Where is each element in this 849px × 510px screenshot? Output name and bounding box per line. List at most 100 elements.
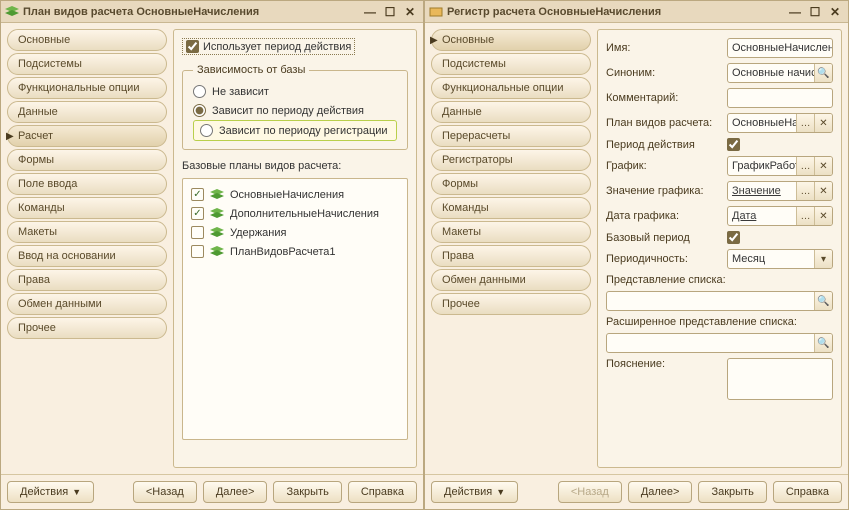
- sidebar-item[interactable]: Обмен данными: [7, 293, 167, 315]
- comment-label: Комментарий:: [606, 92, 721, 104]
- chevron-down-icon[interactable]: ▾: [814, 250, 832, 268]
- name-input[interactable]: ОсновныеНачисления: [727, 38, 833, 58]
- magnifier-icon[interactable]: 🔍: [814, 334, 832, 352]
- sidebar-item[interactable]: Макеты: [7, 221, 167, 243]
- clear-icon[interactable]: ✕: [814, 114, 832, 132]
- maximize-icon[interactable]: ☐: [381, 5, 399, 19]
- minimize-icon[interactable]: —: [786, 5, 804, 19]
- register-icon: [429, 6, 443, 18]
- help-button[interactable]: Справка: [773, 481, 842, 503]
- explanation-textarea[interactable]: [727, 358, 833, 400]
- radio-period-registration[interactable]: Зависит по периоду регистрации: [193, 120, 397, 141]
- plan-checkbox[interactable]: [191, 226, 204, 239]
- sidebar-item[interactable]: Функциональные опции: [431, 77, 591, 99]
- use-period-checkbox[interactable]: Использует период действия: [182, 38, 355, 55]
- sidebar-item[interactable]: Перерасчеты: [431, 125, 591, 147]
- close-button[interactable]: Закрыть: [273, 481, 341, 503]
- sidebar-item-label: Подсистемы: [18, 58, 82, 70]
- chart-date-input[interactable]: Дата…✕: [727, 206, 833, 226]
- sidebar-item[interactable]: Права: [431, 245, 591, 267]
- ext-list-repr-input[interactable]: 🔍: [606, 333, 833, 353]
- clear-icon[interactable]: ✕: [814, 157, 832, 175]
- sidebar-item-label: Права: [442, 250, 474, 262]
- sidebar-item[interactable]: Права: [7, 269, 167, 291]
- close-icon[interactable]: ✕: [401, 5, 419, 19]
- base-period-checkbox[interactable]: [727, 231, 740, 244]
- synonym-label: Синоним:: [606, 67, 721, 79]
- sidebar-item-label: Функциональные опции: [442, 82, 563, 94]
- plan-checkbox[interactable]: [191, 188, 204, 201]
- sidebar-item[interactable]: Прочее: [7, 317, 167, 339]
- minimize-icon[interactable]: —: [361, 5, 379, 19]
- sidebar-item[interactable]: Данные: [431, 101, 591, 123]
- back-button[interactable]: <Назад: [558, 481, 622, 503]
- next-button[interactable]: Далее>: [203, 481, 268, 503]
- sidebar-item[interactable]: Формы: [7, 149, 167, 171]
- chart-date-label: Дата графика:: [606, 210, 721, 222]
- clear-icon[interactable]: ✕: [814, 182, 832, 200]
- radio-none[interactable]: Не зависит: [193, 82, 397, 101]
- plan-item[interactable]: ОсновныеНачисления: [189, 185, 401, 204]
- sidebar-item[interactable]: Подсистемы: [431, 53, 591, 75]
- sidebar-item-label: Формы: [18, 154, 54, 166]
- content-left: Использует период действия Зависимость о…: [173, 29, 417, 468]
- periodicity-select[interactable]: Месяц▾: [727, 249, 833, 269]
- plan-input[interactable]: ОсновныеНачисления…✕: [727, 113, 833, 133]
- magnifier-icon[interactable]: 🔍: [814, 292, 832, 310]
- sidebar-item[interactable]: Команды: [7, 197, 167, 219]
- sidebar-item[interactable]: Функциональные опции: [7, 77, 167, 99]
- list-repr-input[interactable]: 🔍: [606, 291, 833, 311]
- sidebar-right: ▶ОсновныеПодсистемы Функциональные опции Д…: [431, 29, 591, 468]
- plan-item[interactable]: Удержания: [189, 223, 401, 242]
- synonym-input[interactable]: Основные начисления🔍: [727, 63, 833, 83]
- sidebar-item-label: Перерасчеты: [442, 130, 510, 142]
- sidebar-item[interactable]: Формы: [431, 173, 591, 195]
- plan-checkbox[interactable]: [191, 207, 204, 220]
- comment-input[interactable]: [727, 88, 833, 108]
- action-period-label: Период действия: [606, 139, 721, 151]
- base-plans-tree[interactable]: ОсновныеНачисленияДополнительныеНачислен…: [182, 178, 408, 440]
- back-button[interactable]: <Назад: [133, 481, 197, 503]
- sidebar-item[interactable]: Данные: [7, 101, 167, 123]
- sidebar-item[interactable]: Прочее: [431, 293, 591, 315]
- ellipsis-icon[interactable]: …: [796, 157, 814, 175]
- magnifier-icon[interactable]: 🔍: [814, 64, 832, 82]
- active-arrow-icon: ▶: [6, 131, 14, 142]
- sidebar-item[interactable]: Поле ввода: [7, 173, 167, 195]
- footer-left: Действия▼ <Назад Далее> Закрыть Справка: [1, 474, 423, 509]
- sidebar-item[interactable]: ▶Расчет: [7, 125, 167, 147]
- sidebar-item[interactable]: Подсистемы: [7, 53, 167, 75]
- clear-icon[interactable]: ✕: [814, 207, 832, 225]
- radio-period-action[interactable]: Зависит по периоду действия: [193, 101, 397, 120]
- active-arrow-icon: ▶: [430, 35, 438, 46]
- sidebar-left: Основные Подсистемы Функциональные опцииДа…: [7, 29, 167, 468]
- sidebar-item[interactable]: ▶Основные: [431, 29, 591, 51]
- plan-checkbox[interactable]: [191, 245, 204, 258]
- chart-value-label: Значение графика:: [606, 185, 721, 197]
- actions-button[interactable]: Действия▼: [431, 481, 518, 503]
- sidebar-item[interactable]: Ввод на основании: [7, 245, 167, 267]
- ellipsis-icon[interactable]: …: [796, 182, 814, 200]
- next-button[interactable]: Далее>: [628, 481, 693, 503]
- ellipsis-icon[interactable]: …: [796, 207, 814, 225]
- maximize-icon[interactable]: ☐: [806, 5, 824, 19]
- actions-button[interactable]: Действия▼: [7, 481, 94, 503]
- chart-label: График:: [606, 160, 721, 172]
- sidebar-item-label: Прочее: [442, 298, 480, 310]
- close-button[interactable]: Закрыть: [698, 481, 766, 503]
- plan-item[interactable]: ДополнительныеНачисления: [189, 204, 401, 223]
- sidebar-item[interactable]: Основные: [7, 29, 167, 51]
- help-button[interactable]: Справка: [348, 481, 417, 503]
- action-period-checkbox[interactable]: [727, 138, 740, 151]
- close-icon[interactable]: ✕: [826, 5, 844, 19]
- sidebar-item-label: Основные: [18, 34, 70, 46]
- sidebar-item[interactable]: Обмен данными: [431, 269, 591, 291]
- sidebar-item[interactable]: Регистраторы: [431, 149, 591, 171]
- chart-input[interactable]: ГрафикРаботы…✕: [727, 156, 833, 176]
- sidebar-item[interactable]: Команды: [431, 197, 591, 219]
- sidebar-item-label: Права: [18, 274, 50, 286]
- plan-item[interactable]: ПланВидовРасчета1: [189, 242, 401, 261]
- ellipsis-icon[interactable]: …: [796, 114, 814, 132]
- sidebar-item[interactable]: Макеты: [431, 221, 591, 243]
- chart-value-input[interactable]: Значение…✕: [727, 181, 833, 201]
